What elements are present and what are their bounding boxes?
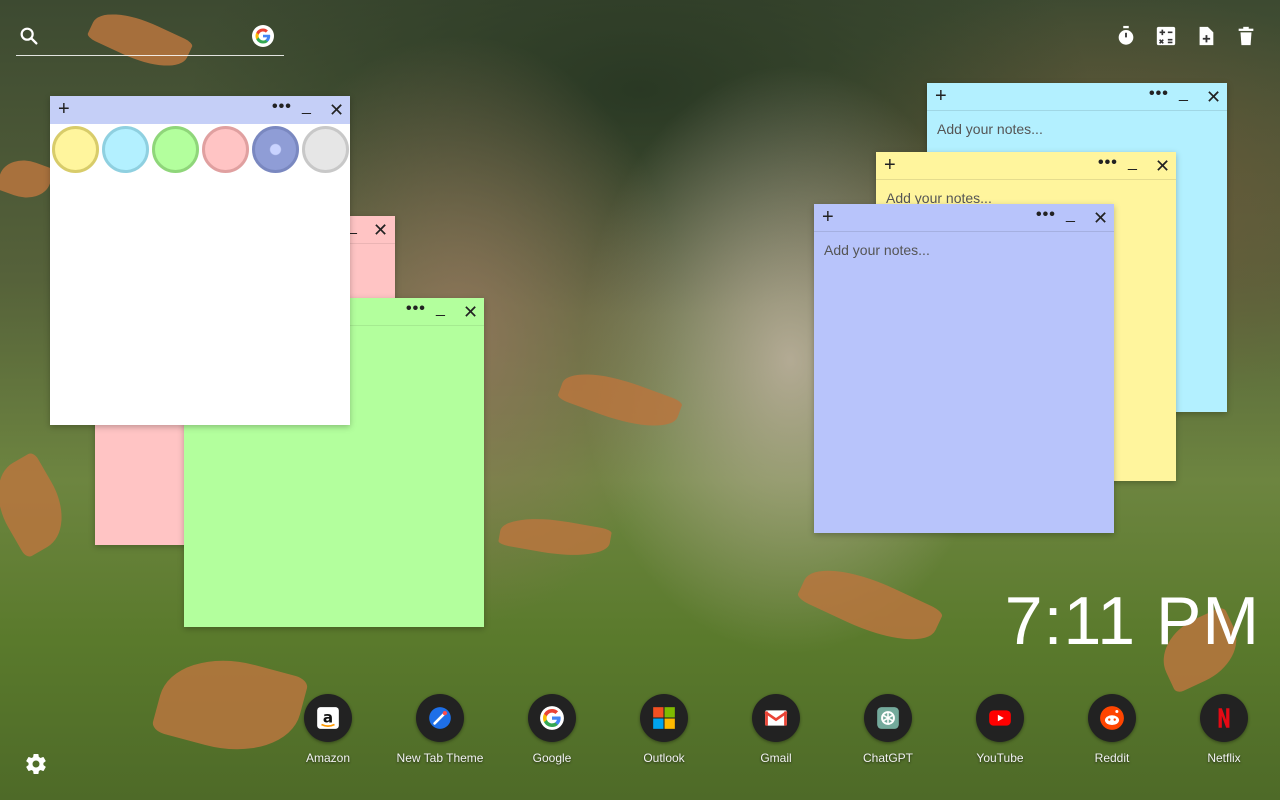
minimize-icon[interactable]: _: [302, 98, 311, 116]
app-outlook[interactable]: Outlook: [608, 694, 720, 765]
more-options-icon[interactable]: •••: [406, 300, 426, 318]
search-bar: [16, 22, 284, 56]
add-note-icon[interactable]: +: [935, 86, 947, 106]
app-label: Amazon: [305, 751, 351, 765]
app-label: ChatGPT: [862, 751, 913, 765]
minimize-icon[interactable]: _: [436, 300, 445, 318]
note-titlebar: + ••• _ ✕: [927, 83, 1227, 111]
color-swatch-blue[interactable]: [252, 126, 299, 173]
minimize-icon[interactable]: _: [1179, 85, 1188, 103]
new-note-icon[interactable]: [1194, 24, 1218, 48]
minimize-icon[interactable]: _: [1066, 206, 1075, 224]
gmail-icon: [752, 694, 800, 742]
chatgpt-icon: [864, 694, 912, 742]
amazon-icon: a: [304, 694, 352, 742]
app-label: Google: [532, 751, 572, 765]
reddit-icon: [1088, 694, 1136, 742]
app-youtube[interactable]: YouTube: [944, 694, 1056, 765]
close-icon[interactable]: ✕: [463, 302, 478, 323]
app-label: Reddit: [1094, 751, 1130, 765]
leaf-decoration: [497, 510, 613, 564]
settings-gear-icon[interactable]: [24, 752, 48, 776]
toolbar: [1114, 24, 1258, 48]
google-icon: [528, 694, 576, 742]
color-palette: [52, 126, 349, 173]
more-options-icon[interactable]: •••: [272, 98, 292, 116]
close-icon[interactable]: ✕: [1206, 87, 1221, 108]
close-icon[interactable]: ✕: [329, 100, 344, 121]
app-netflix[interactable]: Netflix: [1168, 694, 1280, 765]
app-label: Gmail: [760, 751, 792, 765]
close-icon[interactable]: ✕: [373, 220, 388, 241]
svg-text:a: a: [323, 708, 333, 726]
add-note-icon[interactable]: +: [822, 207, 834, 227]
app-chatgpt[interactable]: ChatGPT: [832, 694, 944, 765]
app-reddit[interactable]: Reddit: [1056, 694, 1168, 765]
leaf-decoration: [0, 152, 55, 206]
leaf-decoration: [795, 552, 945, 658]
new-tab-theme-icon: [416, 694, 464, 742]
app-google[interactable]: Google: [496, 694, 608, 765]
calculator-icon[interactable]: [1154, 24, 1178, 48]
add-note-icon[interactable]: +: [884, 155, 896, 175]
sticky-note-blue: + ••• _ ✕: [814, 204, 1114, 533]
minimize-icon[interactable]: _: [1128, 154, 1137, 172]
color-swatch-pink[interactable]: [202, 126, 249, 173]
app-label: Outlook: [643, 751, 685, 765]
app-label: New Tab Theme: [396, 751, 484, 765]
note-titlebar: + ••• _ ✕: [814, 204, 1114, 232]
color-swatch-cyan[interactable]: [102, 126, 149, 173]
app-dock: a Amazon New Tab Theme Google Outlook Gm: [272, 694, 1280, 765]
leaf-decoration: [0, 451, 79, 559]
netflix-icon: [1200, 694, 1248, 742]
app-new-tab-theme[interactable]: New Tab Theme: [384, 694, 496, 765]
timer-icon[interactable]: [1114, 24, 1138, 48]
app-gmail[interactable]: Gmail: [720, 694, 832, 765]
leaf-decoration: [556, 360, 684, 440]
color-swatch-gray[interactable]: [302, 126, 349, 173]
close-icon[interactable]: ✕: [1093, 208, 1108, 229]
note-textarea[interactable]: [814, 232, 1114, 533]
google-icon[interactable]: [252, 25, 274, 47]
app-label: Netflix: [1207, 751, 1241, 765]
youtube-icon: [976, 694, 1024, 742]
more-options-icon[interactable]: •••: [1098, 154, 1118, 172]
add-note-icon[interactable]: +: [58, 99, 70, 119]
microsoft-icon: [640, 694, 688, 742]
more-options-icon[interactable]: •••: [1149, 85, 1169, 103]
search-input[interactable]: [46, 22, 246, 52]
note-titlebar: + ••• _ ✕: [50, 96, 350, 124]
color-swatch-green[interactable]: [152, 126, 199, 173]
app-label: YouTube: [976, 751, 1024, 765]
more-options-icon[interactable]: •••: [1036, 206, 1056, 224]
color-swatch-yellow[interactable]: [52, 126, 99, 173]
sticky-note-white: + ••• _ ✕: [50, 96, 350, 425]
close-icon[interactable]: ✕: [1155, 156, 1170, 177]
clock: 7:11 PM: [1004, 583, 1260, 659]
app-amazon[interactable]: a Amazon: [272, 694, 384, 765]
note-titlebar: + ••• _ ✕: [876, 152, 1176, 180]
trash-icon[interactable]: [1234, 24, 1258, 48]
search-icon: [20, 27, 38, 45]
